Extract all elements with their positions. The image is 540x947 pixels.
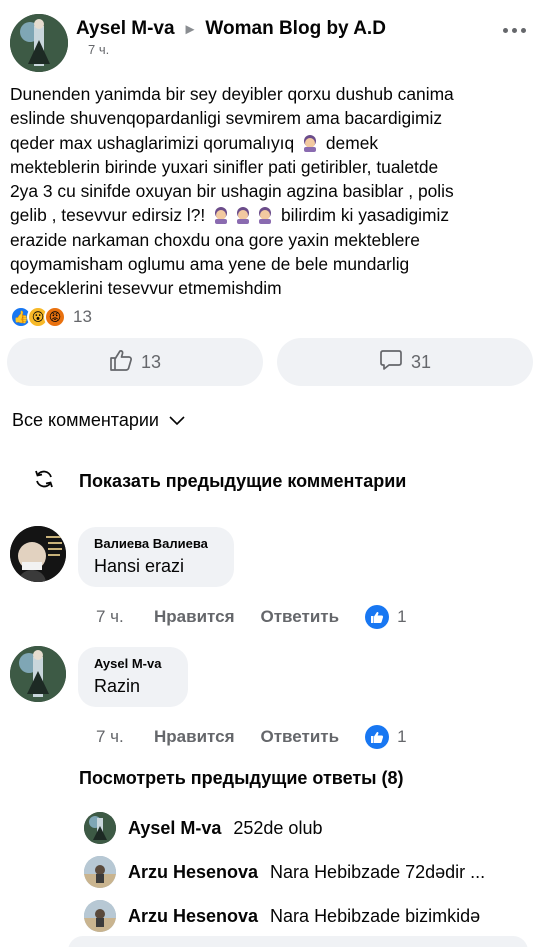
like-reaction-icon <box>365 605 390 629</box>
comment-meta: 7 ч. Нравится Ответить 1 <box>96 725 407 749</box>
post-line: erazide narkaman choxdu ona gore yaxin m… <box>10 229 420 250</box>
commenter-avatar[interactable] <box>10 526 66 582</box>
reply-author[interactable]: Arzu Hesenova <box>128 862 258 883</box>
chevron-down-icon <box>169 410 185 431</box>
post-line: qoymamisham oglumu ama yene de bele mund… <box>10 254 410 275</box>
reaction-count: 13 <box>73 307 92 326</box>
show-previous-label: Показать предыдущие комментарии <box>79 471 407 491</box>
reply-item[interactable]: Arzu Hesenova Nara Hebibzade 72dədir ... <box>84 856 485 888</box>
refresh-icon <box>33 468 55 495</box>
post-line: mekteblerin birinde yuxari sinifler pati… <box>10 156 439 177</box>
post-time[interactable]: 7 ч. <box>88 42 109 57</box>
reply-avatar[interactable] <box>84 856 116 888</box>
more-icon[interactable] <box>503 28 526 33</box>
comment-time[interactable]: 7 ч. <box>96 607 154 627</box>
reply-item[interactable]: Aysel M-va 252de olub <box>84 812 322 844</box>
facepalm-emoji-icon <box>301 134 319 152</box>
comment-button[interactable]: 31 <box>277 338 533 386</box>
post-header-names: Aysel M-va ► Woman Blog by A.D <box>76 18 386 40</box>
facepalm-emoji-icon <box>234 206 252 225</box>
comment-text: Razin <box>94 676 141 696</box>
comment-count: 31 <box>410 351 432 372</box>
post-group-name[interactable]: Woman Blog by A.D <box>205 18 386 40</box>
comment-reply-button[interactable]: Ответить <box>261 727 340 747</box>
post-text: Dunenden yanimda bir sey deyibler qorxu … <box>10 82 532 301</box>
show-previous-comments[interactable]: Показать предыдущие комментарии <box>33 468 406 495</box>
reply-text: Nara Hebibzade 72dədir ... <box>270 861 486 882</box>
reply-avatar[interactable] <box>84 900 116 932</box>
reply-author[interactable]: Arzu Hesenova <box>128 906 258 927</box>
reply-item[interactable]: Arzu Hesenova Nara Hebibzade bizimkidə <box>84 900 480 932</box>
comment-text: Hansi erazi <box>94 556 185 576</box>
facepalm-emoji-icon <box>256 206 274 225</box>
arrow-right-icon: ► <box>182 20 198 38</box>
like-reaction-icon <box>365 725 390 749</box>
comment-author[interactable]: Валиева Валиева <box>94 536 219 551</box>
like-button[interactable]: 13 <box>7 338 263 386</box>
comment-like-count: 1 <box>397 727 407 746</box>
post-author-avatar[interactable] <box>10 14 68 72</box>
angry-reaction-icon: 😡 <box>44 306 66 328</box>
reaction-summary[interactable]: 👍 😮 😡 13 <box>10 306 92 328</box>
comment-filter[interactable]: Все комментарии <box>12 410 185 431</box>
comment-author[interactable]: Aysel M-va <box>94 656 173 671</box>
post-line: qeder max ushaglarimizi qorumalıyıq deme… <box>10 132 379 153</box>
reply-text: Nara Hebibzade bizimkidə <box>270 905 481 926</box>
comment-like-count: 1 <box>397 607 407 626</box>
reply-author[interactable]: Aysel M-va <box>128 818 221 839</box>
comment-bubble[interactable]: Валиева Валиева Hansi erazi <box>78 527 234 587</box>
post-line: gelib , tesevvur edirsiz l?! bilirdim ki… <box>10 205 450 226</box>
thumbs-up-icon <box>109 349 133 376</box>
comment-icon <box>379 349 403 376</box>
comment-like-button[interactable]: Нравится <box>154 727 235 747</box>
comment-input-bar[interactable] <box>68 936 528 947</box>
comment-like-button[interactable]: Нравится <box>154 607 235 627</box>
post-line: Dunenden yanimda bir sey deyibler qorxu … <box>10 84 454 104</box>
like-count: 13 <box>140 351 162 372</box>
comment-meta: 7 ч. Нравится Ответить 1 <box>96 605 407 629</box>
post-line: 2ya 3 cu sinifde oxuyan bir ushagin agzi… <box>10 181 454 202</box>
post-line: edeceklerini tesevvur etmemishdim <box>10 278 282 299</box>
facepalm-emoji-icon <box>212 206 230 225</box>
post-author-name[interactable]: Aysel M-va <box>76 18 175 40</box>
comment-reply-button[interactable]: Ответить <box>261 607 340 627</box>
reply-avatar[interactable] <box>84 812 116 844</box>
commenter-avatar[interactable] <box>10 646 66 702</box>
comment-filter-label: Все комментарии <box>12 410 159 430</box>
reply-text: 252de olub <box>233 817 323 838</box>
comment-time[interactable]: 7 ч. <box>96 727 154 747</box>
view-previous-replies[interactable]: Посмотреть предыдущие ответы (8) <box>79 768 404 789</box>
post-line: eslinde shuvenqopardanligi sevmirem ama … <box>10 108 443 129</box>
comment-bubble[interactable]: Aysel M-va Razin <box>78 647 188 707</box>
